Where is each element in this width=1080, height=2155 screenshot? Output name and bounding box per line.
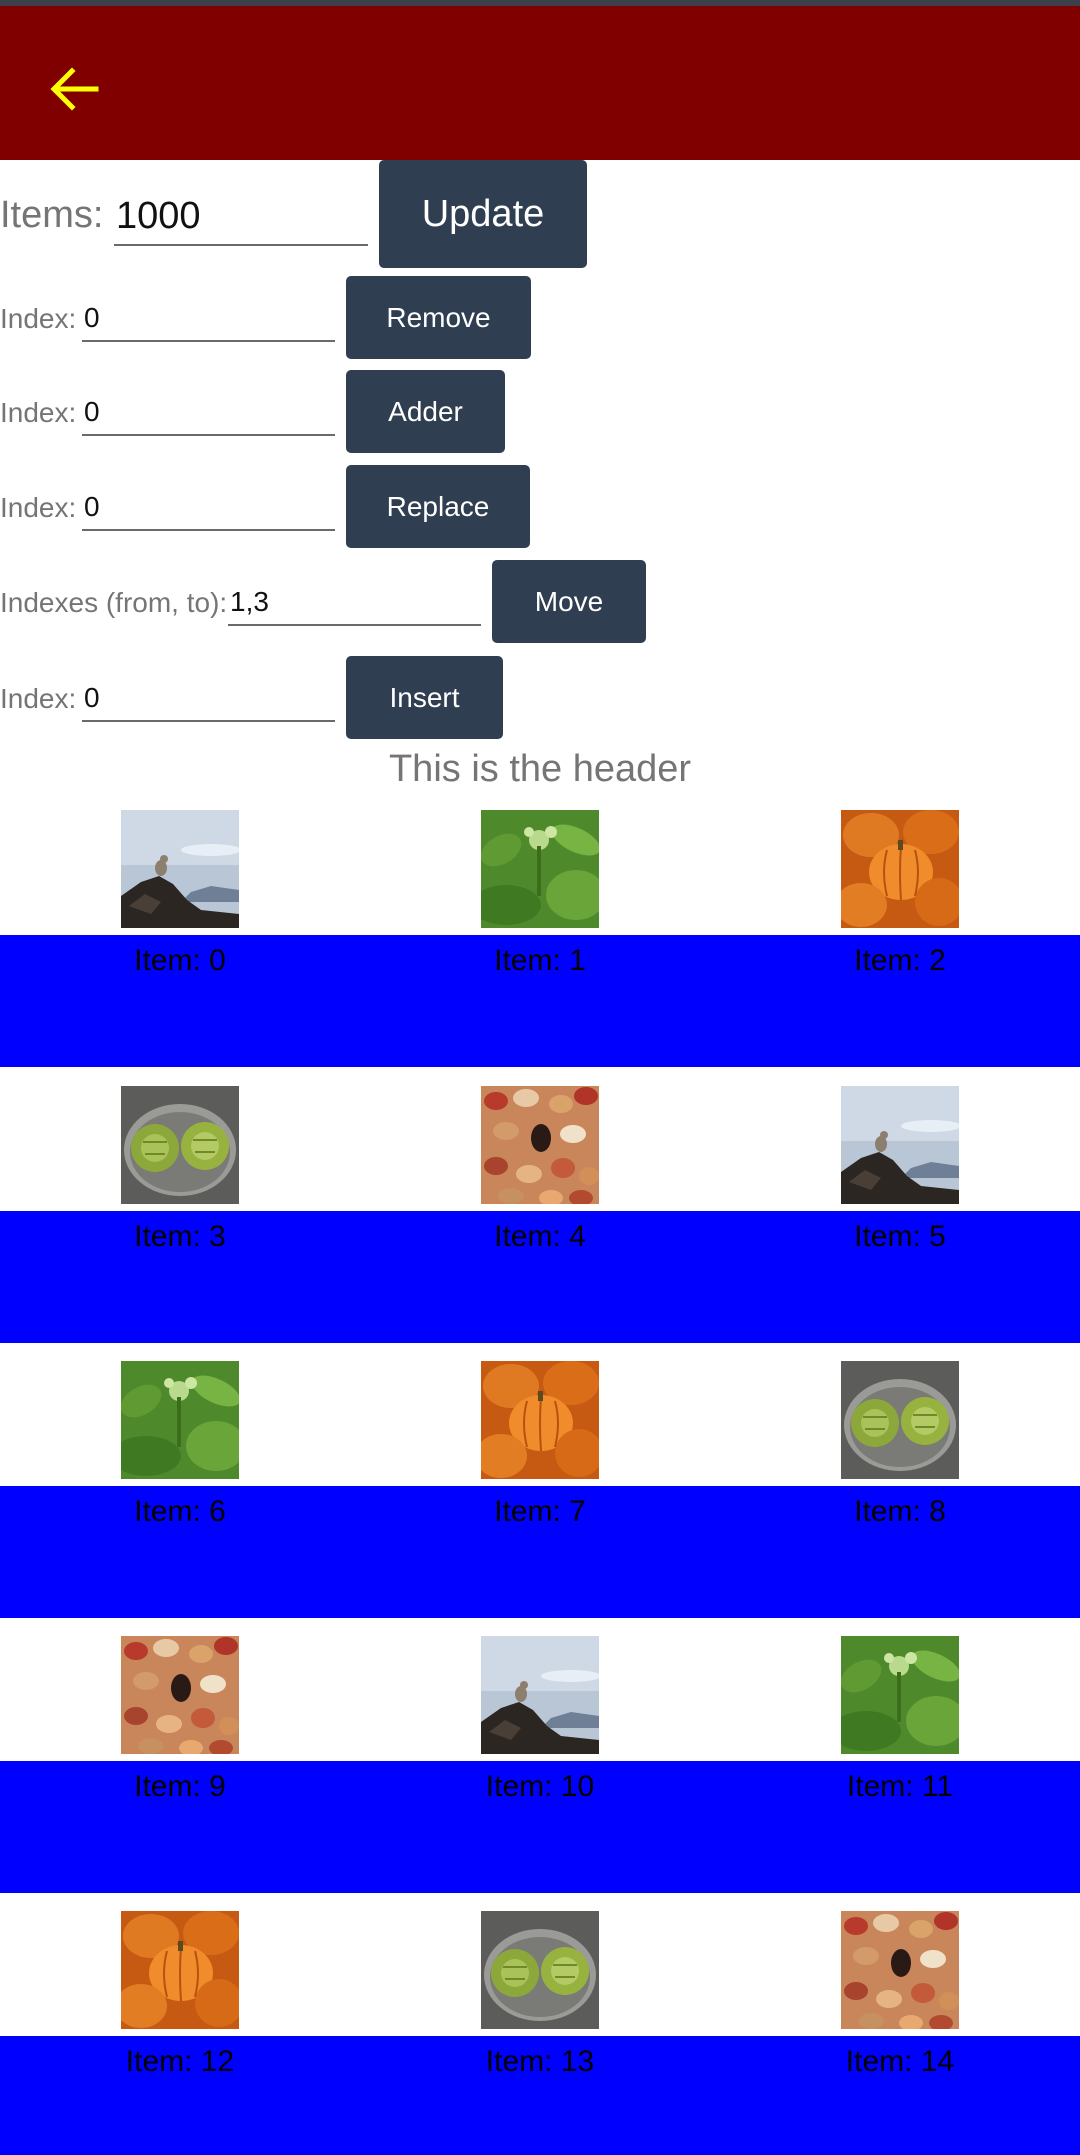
grid-row: Item: 0 Item: 1 Item: 2: [0, 810, 1080, 1085]
pumpkins-image: [121, 1911, 239, 2029]
grid-item[interactable]: Item: 9: [0, 1636, 360, 1836]
grid-item[interactable]: Item: 6: [0, 1361, 360, 1561]
grid-row: Item: 3 Item: 4 Item: 5: [0, 1086, 1080, 1361]
plant-image: [121, 1361, 239, 1479]
grid-item[interactable]: Item: 13: [360, 1911, 720, 2111]
remove-index-input[interactable]: [82, 296, 335, 342]
grid-item[interactable]: Item: 11: [720, 1636, 1080, 1836]
item-label: Item: 11: [846, 1770, 954, 1803]
item-label: Item: 2: [854, 944, 946, 977]
adder-button[interactable]: Adder: [346, 370, 505, 453]
update-button[interactable]: Update: [379, 160, 587, 268]
item-label: Item: 1: [494, 944, 586, 977]
insert-index-label: Index:: [0, 683, 77, 714]
items-label: Items:: [0, 194, 104, 236]
plant-image: [481, 810, 599, 928]
grid-item[interactable]: Item: 2: [720, 810, 1080, 1010]
move-indexes-input[interactable]: [228, 580, 481, 626]
list-header: This is the header: [388, 748, 692, 790]
remove-button[interactable]: Remove: [346, 276, 531, 359]
artichokes-image: [121, 1086, 239, 1204]
move-button[interactable]: Move: [492, 560, 646, 643]
grid-row: Item: 12 Item: 13 Item: 14: [0, 1911, 1080, 2155]
grid-row: Item: 9 Item: 10 Item: 11: [0, 1636, 1080, 1911]
beans-image: [481, 1086, 599, 1204]
item-label: Item: 3: [134, 1220, 226, 1253]
pumpkins-image: [841, 810, 959, 928]
grid-item[interactable]: Item: 0: [0, 810, 360, 1010]
insert-button[interactable]: Insert: [346, 656, 503, 739]
grid-row: Item: 6 Item: 7 Item: 8: [0, 1361, 1080, 1636]
grid-item[interactable]: Item: 12: [0, 1911, 360, 2111]
arrow-left-icon: [50, 67, 99, 111]
artichokes-image: [481, 1911, 599, 2029]
item-label: Item: 0: [134, 944, 226, 977]
beans-image: [121, 1636, 239, 1754]
pumpkins-image: [481, 1361, 599, 1479]
item-label: Item: 12: [125, 2045, 235, 2078]
item-label: Item: 7: [494, 1495, 586, 1528]
replace-button[interactable]: Replace: [346, 465, 530, 548]
move-indexes-label: Indexes (from, to):: [0, 587, 228, 618]
grid-item[interactable]: Item: 14: [720, 1911, 1080, 2111]
insert-index-input[interactable]: [82, 676, 335, 722]
item-label: Item: 10: [485, 1770, 595, 1803]
item-label: Item: 8: [854, 1495, 946, 1528]
remove-index-label: Index:: [0, 303, 77, 334]
replace-index-label: Index:: [0, 492, 77, 523]
grid-item[interactable]: Item: 10: [360, 1636, 720, 1836]
adder-index-input[interactable]: [82, 390, 335, 436]
grid-item[interactable]: Item: 3: [0, 1086, 360, 1286]
grid-item[interactable]: Item: 4: [360, 1086, 720, 1286]
app-bar: [0, 6, 1080, 160]
beans-image: [841, 1911, 959, 2029]
grid-item[interactable]: Item: 5: [720, 1086, 1080, 1286]
grid-item[interactable]: Item: 1: [360, 810, 720, 1010]
plant-image: [841, 1636, 959, 1754]
item-label: Item: 6: [134, 1495, 226, 1528]
mountain-image: [121, 810, 239, 928]
replace-index-input[interactable]: [82, 485, 335, 531]
grid-item[interactable]: Item: 7: [360, 1361, 720, 1561]
back-button[interactable]: [42, 56, 108, 122]
mountain-image: [841, 1086, 959, 1204]
item-label: Item: 5: [854, 1220, 946, 1253]
adder-index-label: Index:: [0, 397, 77, 428]
item-label: Item: 9: [134, 1770, 226, 1803]
grid-item[interactable]: Item: 8: [720, 1361, 1080, 1561]
items-count-input[interactable]: [114, 188, 368, 246]
item-label: Item: 14: [845, 2045, 955, 2078]
item-label: Item: 13: [485, 2045, 595, 2078]
item-label: Item: 4: [494, 1220, 586, 1253]
artichokes-image: [841, 1361, 959, 1479]
mountain-image: [481, 1636, 599, 1754]
